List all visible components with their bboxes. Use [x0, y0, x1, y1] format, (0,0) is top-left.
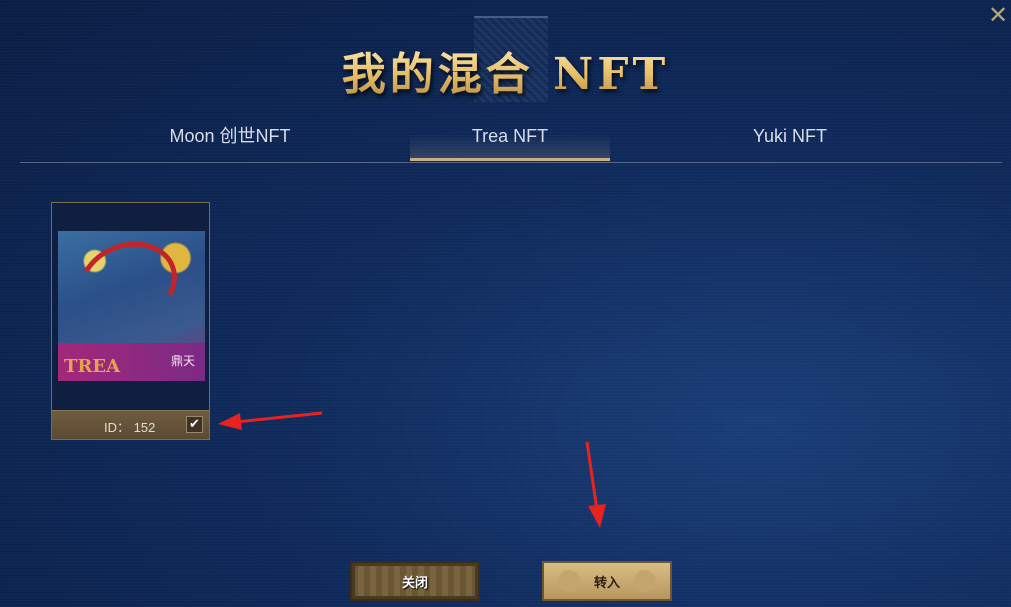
nft-card[interactable]: TREA 鼎天 ID： 152 ✔ — [51, 202, 210, 440]
transfer-in-button-label: 转入 — [593, 575, 620, 591]
select-checkbox[interactable]: ✔ — [186, 416, 203, 433]
close-icon[interactable]: ✕ — [987, 3, 1009, 27]
nft-id-label: ID： 152 — [104, 420, 156, 435]
close-button-label: 关闭 — [401, 575, 428, 591]
tab-yuki-nft[interactable]: Yuki NFT — [690, 118, 890, 161]
tab-trea-nft[interactable]: Trea NFT — [410, 118, 610, 161]
nft-tabs: Moon 创世NFT Trea NFT Yuki NFT — [20, 118, 1002, 163]
nft-card-footer: ID： 152 ✔ — [52, 410, 209, 439]
close-button[interactable]: 关闭 — [350, 561, 480, 601]
artwork-swirl — [67, 231, 189, 338]
artwork-strip: TREA 鼎天 — [58, 343, 205, 381]
transfer-in-button[interactable]: 转入 — [542, 561, 672, 601]
artwork-seal-text: 鼎天 — [170, 354, 195, 368]
tab-moon-genesis-nft[interactable]: Moon 创世NFT — [130, 118, 330, 161]
dialog-title: 我的混合 NFT — [0, 38, 1011, 102]
nft-artwork: TREA 鼎天 — [58, 231, 205, 381]
artwork-caption: TREA — [64, 356, 121, 377]
